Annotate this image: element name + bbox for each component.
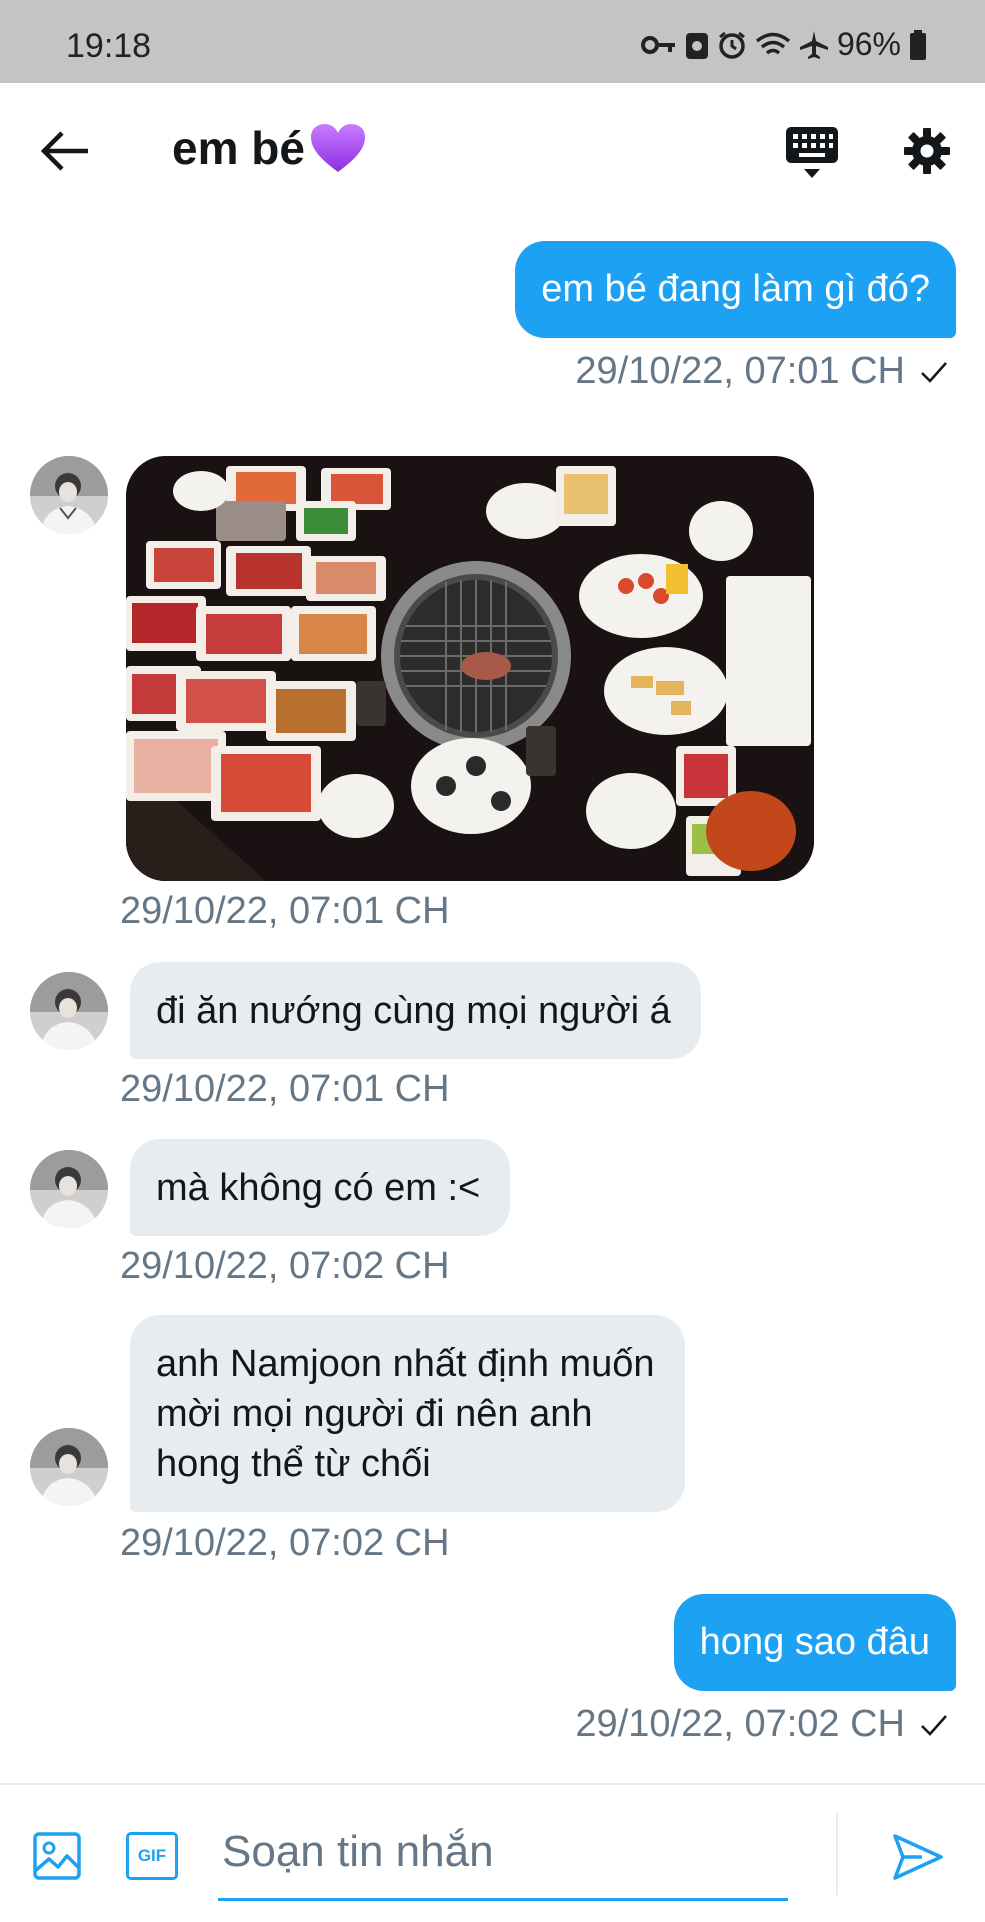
composer-divider [836,1813,838,1895]
contact-avatar[interactable] [30,456,108,534]
message-text-line: mời mọi người đi nên anh [156,1392,593,1435]
message-timestamp: 29/10/22, 07:01 CH [575,350,949,393]
gif-label: GIF [137,1846,167,1865]
gif-button[interactable]: GIF [126,1832,178,1880]
message-text-line: hong thể từ chối [156,1442,431,1485]
image-attach-icon[interactable] [32,1831,82,1881]
message-timestamp: 29/10/22, 07:01 CH [120,890,450,932]
wifi-icon [755,32,791,54]
shared-food-photo[interactable] [126,456,814,881]
battery-percent: 96% [836,26,901,62]
message-text-line: anh Namjoon nhất định muốn [156,1342,655,1385]
avatar-photo [30,1150,108,1228]
keyboard-icon[interactable] [785,125,839,181]
contact-avatar[interactable] [30,1150,108,1228]
avatar-photo [30,456,108,534]
incoming-message-bubble[interactable]: mà không có em :< [130,1139,511,1236]
message-text: em bé đang làm gì đó? [541,268,930,310]
conversation-header: em bé [0,83,985,218]
airplane-mode-icon [799,30,828,59]
message-timestamp: 29/10/22, 07:01 CH [120,1068,450,1110]
status-bar: 19:18 96% [0,0,985,83]
message-timestamp: 29/10/22, 07:02 CH [120,1522,450,1564]
contact-avatar[interactable] [30,1428,108,1506]
avatar-photo [30,972,108,1050]
notification-app-icon [685,32,708,59]
outgoing-message-bubble[interactable]: em bé đang làm gì đó? [515,241,956,338]
settings-gear-icon[interactable] [903,127,951,175]
sent-check-icon [921,361,947,383]
contact-name: em bé [172,122,305,174]
battery-icon [910,29,926,60]
message-timestamp: 29/10/22, 07:02 CH [120,1245,450,1287]
contact-avatar[interactable] [30,972,108,1050]
purple-heart-icon [310,124,365,172]
message-timestamp: 29/10/22, 07:02 CH [575,1703,949,1746]
message-input[interactable] [218,1805,788,1901]
sent-check-icon [921,1714,947,1736]
message-composer: GIF [0,1783,985,1922]
alarm-icon [719,31,745,59]
status-icons: 96% [640,26,927,63]
message-text: hong sao đâu [699,1621,930,1663]
outgoing-message-bubble[interactable]: hong sao đâu [673,1594,956,1691]
message-text: mà không có em :< [156,1166,481,1209]
incoming-message-bubble[interactable]: đi ăn nướng cùng mọi người á [130,962,701,1059]
vpn-key-icon [640,35,675,54]
back-arrow-icon[interactable] [40,129,92,173]
send-icon[interactable] [892,1833,944,1881]
avatar-photo [30,1428,108,1506]
bbq-table-image [126,456,814,881]
conversation-title: em bé [172,121,367,175]
status-time: 19:18 [66,27,152,65]
message-text: đi ăn nướng cùng mọi người á [156,989,671,1032]
incoming-message-bubble[interactable]: anh Namjoon nhất định muốn mời mọi người… [130,1315,685,1512]
